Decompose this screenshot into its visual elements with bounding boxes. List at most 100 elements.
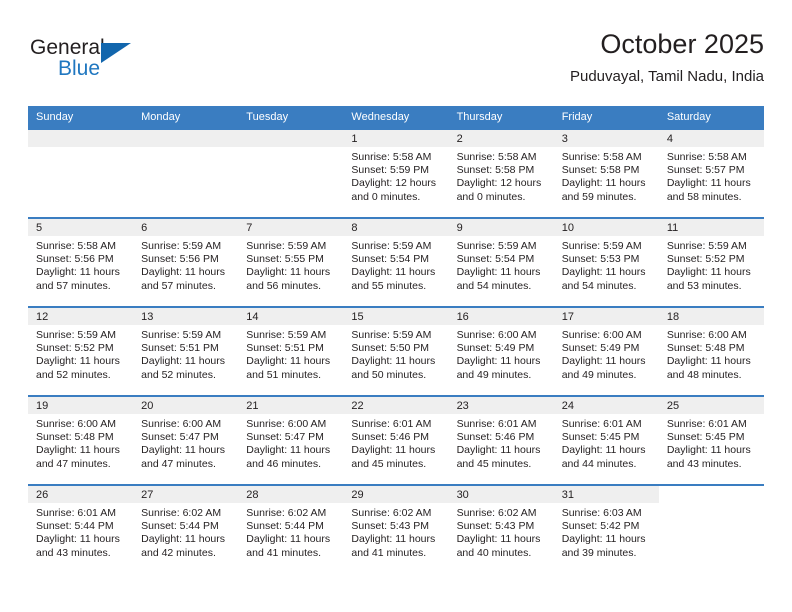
calendar-cell: 7 Sunrise: 5:59 AM Sunset: 5:55 PM Daylight… [238, 217, 344, 307]
sunrise-text: Sunrise: 6:03 AM [561, 507, 642, 519]
day-cell[interactable]: 28 Sunrise: 6:02 AM Sunset: 5:44 PM Dayligh… [238, 486, 344, 573]
sunrise-text: Sunrise: 5:58 AM [456, 151, 537, 163]
sunrise-text: Sunrise: 6:00 AM [246, 418, 327, 430]
sunset-text: Sunset: 5:47 PM [141, 431, 219, 444]
sunrise-text: Sunrise: 5:58 AM [351, 151, 432, 163]
sunset-text: Sunset: 5:43 PM [456, 520, 535, 533]
sunset-text: Sunset: 5:56 PM [36, 253, 114, 266]
day-cell[interactable]: 14 Sunrise: 5:59 AM Sunset: 5:51 PM Dayligh… [238, 308, 344, 395]
day-cell[interactable]: 3 Sunrise: 5:58 AM Sunset: 5:58 PM Daylight… [553, 130, 659, 217]
day-details: Sunrise: 5:59 AM Sunset: 5:54 PM Daylight:… [343, 236, 448, 293]
sunrise-text: Sunrise: 6:02 AM [246, 507, 327, 519]
daylight-text: Daylight: 11 hours and 56 minutes. [246, 266, 331, 292]
day-cell[interactable]: 23 Sunrise: 6:01 AM Sunset: 5:46 PM Dayligh… [448, 397, 554, 484]
day-details: Sunrise: 5:59 AM Sunset: 5:52 PM Daylight:… [28, 325, 133, 382]
calendar-week-row: 12 Sunrise: 5:59 AM Sunset: 5:52 PM Dayligh… [28, 306, 764, 396]
day-details: Sunrise: 5:58 AM Sunset: 5:58 PM Daylight:… [554, 147, 659, 204]
day-cell[interactable]: 15 Sunrise: 5:59 AM Sunset: 5:50 PM Dayligh… [343, 308, 449, 395]
calendar-cell: 16 Sunrise: 6:00 AM Sunset: 5:49 PM Dayligh… [448, 306, 554, 396]
sunrise-text: Sunrise: 5:59 AM [141, 329, 222, 341]
day-number: 16 [448, 308, 554, 325]
calendar-cell: 17 Sunrise: 6:00 AM Sunset: 5:49 PM Dayligh… [553, 306, 659, 396]
day-details: Sunrise: 5:59 AM Sunset: 5:52 PM Daylight:… [659, 236, 764, 293]
calendar-cell: 19 Sunrise: 6:00 AM Sunset: 5:48 PM Dayligh… [28, 395, 134, 485]
calendar-cell: 2 Sunrise: 5:58 AM Sunset: 5:58 PM Daylight… [448, 128, 554, 218]
sunrise-text: Sunrise: 5:59 AM [141, 240, 222, 252]
sunrise-text: Sunrise: 5:59 AM [666, 240, 747, 252]
calendar-week-row: 26 Sunrise: 6:01 AM Sunset: 5:44 PM Dayligh… [28, 484, 764, 574]
day-cell[interactable]: 11 Sunrise: 5:59 AM Sunset: 5:52 PM Dayligh… [658, 219, 764, 306]
calendar-cell [238, 128, 344, 218]
day-number: 24 [553, 397, 659, 414]
day-cell[interactable]: 5 Sunrise: 5:58 AM Sunset: 5:56 PM Daylight… [28, 219, 134, 306]
day-cell[interactable]: 17 Sunrise: 6:00 AM Sunset: 5:49 PM Dayligh… [553, 308, 659, 395]
day-cell[interactable]: 2 Sunrise: 5:58 AM Sunset: 5:58 PM Daylight… [448, 130, 554, 217]
day-cell[interactable]: 7 Sunrise: 5:59 AM Sunset: 5:55 PM Daylight… [238, 219, 344, 306]
day-details: Sunrise: 6:02 AM Sunset: 5:44 PM Daylight:… [238, 503, 343, 560]
daylight-text: Daylight: 11 hours and 53 minutes. [666, 266, 751, 292]
sunset-text: Sunset: 5:49 PM [561, 342, 640, 355]
day-cell[interactable]: 16 Sunrise: 6:00 AM Sunset: 5:49 PM Dayligh… [448, 308, 554, 395]
sunrise-text: Sunrise: 5:59 AM [246, 240, 327, 252]
day-number: 26 [28, 486, 134, 503]
sunrise-text: Sunrise: 6:02 AM [141, 507, 222, 519]
day-cell[interactable]: 25 Sunrise: 6:01 AM Sunset: 5:45 PM Dayligh… [658, 397, 764, 484]
sunrise-text: Sunrise: 6:00 AM [561, 329, 642, 341]
day-number: 13 [133, 308, 239, 325]
day-cell[interactable]: 18 Sunrise: 6:00 AM Sunset: 5:48 PM Dayligh… [658, 308, 764, 395]
day-number: 3 [553, 130, 659, 147]
calendar-cell: 13 Sunrise: 5:59 AM Sunset: 5:51 PM Dayligh… [133, 306, 239, 396]
day-cell[interactable]: 1 Sunrise: 5:58 AM Sunset: 5:59 PM Daylight… [343, 130, 449, 217]
daylight-text: Daylight: 11 hours and 47 minutes. [141, 444, 225, 470]
daylight-text: Daylight: 12 hours and 0 minutes. [351, 177, 437, 203]
daylight-text: Daylight: 11 hours and 41 minutes. [246, 533, 331, 559]
sunset-text: Sunset: 5:43 PM [351, 520, 430, 533]
day-number: 5 [28, 219, 134, 236]
day-number: 31 [553, 486, 659, 503]
day-details: Sunrise: 6:00 AM Sunset: 5:47 PM Daylight:… [238, 414, 343, 471]
calendar-cell: 23 Sunrise: 6:01 AM Sunset: 5:46 PM Dayligh… [448, 395, 554, 485]
calendar-page: General Blue October 2025 Puduvayal, Tam… [0, 0, 792, 612]
day-cell[interactable]: 27 Sunrise: 6:02 AM Sunset: 5:44 PM Dayligh… [133, 486, 239, 573]
day-cell[interactable]: 26 Sunrise: 6:01 AM Sunset: 5:44 PM Dayligh… [28, 486, 134, 573]
daylight-text: Daylight: 11 hours and 52 minutes. [141, 355, 225, 381]
day-cell[interactable]: 22 Sunrise: 6:01 AM Sunset: 5:46 PM Dayligh… [343, 397, 449, 484]
day-cell[interactable]: 20 Sunrise: 6:00 AM Sunset: 5:47 PM Dayligh… [133, 397, 239, 484]
day-number: 8 [343, 219, 449, 236]
day-cell[interactable]: 8 Sunrise: 5:59 AM Sunset: 5:54 PM Daylight… [343, 219, 449, 306]
calendar-cell [658, 484, 764, 574]
day-number: 6 [133, 219, 239, 236]
general-blue-logo[interactable]: General Blue [28, 36, 168, 92]
calendar-cell: 12 Sunrise: 5:59 AM Sunset: 5:52 PM Dayligh… [28, 306, 134, 396]
daylight-text: Daylight: 11 hours and 49 minutes. [561, 355, 646, 381]
daylight-text: Daylight: 11 hours and 51 minutes. [246, 355, 331, 381]
sunset-text: Sunset: 5:45 PM [561, 431, 640, 444]
weekday-header-tuesday: Tuesday [238, 106, 344, 129]
day-cell[interactable]: 9 Sunrise: 5:59 AM Sunset: 5:54 PM Daylight… [448, 219, 554, 306]
day-cell[interactable]: 6 Sunrise: 5:59 AM Sunset: 5:56 PM Daylight… [133, 219, 239, 306]
day-number: 2 [448, 130, 554, 147]
day-cell[interactable]: 29 Sunrise: 6:02 AM Sunset: 5:43 PM Dayligh… [343, 486, 449, 573]
daylight-text: Daylight: 11 hours and 48 minutes. [666, 355, 751, 381]
day-cell[interactable]: 24 Sunrise: 6:01 AM Sunset: 5:45 PM Dayligh… [553, 397, 659, 484]
day-number: 10 [553, 219, 659, 236]
day-cell[interactable]: 13 Sunrise: 5:59 AM Sunset: 5:51 PM Dayligh… [133, 308, 239, 395]
sunrise-text: Sunrise: 6:01 AM [456, 418, 537, 430]
day-number: 30 [448, 486, 554, 503]
day-cell[interactable]: 21 Sunrise: 6:00 AM Sunset: 5:47 PM Dayligh… [238, 397, 344, 484]
day-cell-empty [133, 130, 239, 217]
day-cell[interactable]: 30 Sunrise: 6:02 AM Sunset: 5:43 PM Dayligh… [448, 486, 554, 573]
sunrise-text: Sunrise: 6:01 AM [36, 507, 116, 519]
day-details: Sunrise: 6:02 AM Sunset: 5:43 PM Daylight:… [449, 503, 554, 560]
day-number: 23 [448, 397, 554, 414]
sunrise-text: Sunrise: 6:00 AM [36, 418, 116, 430]
sunset-text: Sunset: 5:59 PM [351, 164, 430, 177]
day-cell[interactable]: 19 Sunrise: 6:00 AM Sunset: 5:48 PM Dayligh… [28, 397, 134, 484]
day-number: 1 [343, 130, 449, 147]
day-cell[interactable]: 10 Sunrise: 5:59 AM Sunset: 5:53 PM Dayligh… [553, 219, 659, 306]
day-cell[interactable]: 31 Sunrise: 6:03 AM Sunset: 5:42 PM Dayligh… [553, 486, 659, 573]
day-cell[interactable]: 4 Sunrise: 5:58 AM Sunset: 5:57 PM Daylight… [658, 130, 764, 217]
day-cell[interactable]: 12 Sunrise: 5:59 AM Sunset: 5:52 PM Dayligh… [28, 308, 134, 395]
sunset-text: Sunset: 5:44 PM [36, 520, 114, 533]
sunrise-text: Sunrise: 6:02 AM [456, 507, 537, 519]
